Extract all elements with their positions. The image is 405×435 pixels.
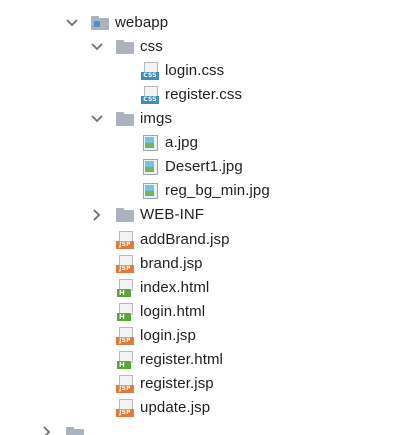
tree-item-login-jsp[interactable]: JSP login.jsp — [0, 324, 405, 348]
tree-item-web-inf[interactable]: WEB-INF — [0, 203, 405, 227]
tree-item-reg-bg-min-jpg[interactable]: reg_bg_min.jpg — [0, 179, 405, 203]
image-file-icon — [143, 183, 159, 199]
tree-item-label: login.html — [140, 303, 206, 320]
html-file-icon: H — [116, 279, 134, 297]
folder-icon — [66, 427, 84, 435]
folder-icon — [116, 40, 134, 54]
jsp-file-icon: JSP — [116, 375, 134, 393]
tree-item-clipped[interactable] — [0, 422, 405, 435]
tree-item-label: update.jsp — [140, 399, 211, 416]
tree-item-update-jsp[interactable]: JSP update.jsp — [0, 396, 405, 420]
tree-item-imgs[interactable]: imgs — [0, 107, 405, 131]
tree-item-brand-jsp[interactable]: JSP brand.jsp — [0, 252, 405, 276]
web-folder-icon — [91, 16, 109, 30]
project-tree: webapp css CSS login.css CSS register.cs… — [0, 0, 405, 435]
image-file-icon — [143, 135, 159, 151]
tree-item-webapp[interactable]: webapp — [0, 11, 405, 35]
tree-item-label: register.css — [165, 86, 243, 103]
folder-icon — [116, 112, 134, 126]
folder-icon — [116, 208, 134, 222]
jsp-file-icon: JSP — [116, 327, 134, 345]
jsp-file-icon: JSP — [116, 231, 134, 249]
tree-item-label: login.jsp — [140, 327, 196, 344]
tree-item-register-css[interactable]: CSS register.css — [0, 83, 405, 107]
tree-item-label: css — [140, 38, 163, 55]
chevron-down-icon[interactable] — [89, 39, 105, 55]
css-file-icon: CSS — [141, 86, 159, 104]
chevron-down-icon[interactable] — [64, 15, 80, 31]
tree-item-label: webapp — [115, 14, 169, 31]
tree-item-label: addBrand.jsp — [140, 231, 230, 248]
tree-item-label: a.jpg — [165, 134, 199, 151]
tree-item-label: brand.jsp — [140, 255, 203, 272]
html-file-icon: H — [116, 351, 134, 369]
tree-item-label: register.jsp — [140, 375, 214, 392]
jsp-file-icon: JSP — [116, 255, 134, 273]
image-file-icon — [143, 159, 159, 175]
tree-item-label: WEB-INF — [140, 206, 205, 223]
tree-item-label: index.html — [140, 279, 210, 296]
tree-item-index-html[interactable]: H index.html — [0, 276, 405, 300]
html-file-icon: H — [116, 303, 134, 321]
jsp-file-icon: JSP — [116, 399, 134, 417]
tree-item-label: register.html — [140, 351, 223, 368]
tree-item-login-html[interactable]: H login.html — [0, 300, 405, 324]
tree-item-login-css[interactable]: CSS login.css — [0, 59, 405, 83]
tree-item-label: login.css — [165, 62, 225, 79]
tree-item-label: Desert1.jpg — [165, 158, 243, 175]
tree-item-register-jsp[interactable]: JSP register.jsp — [0, 372, 405, 396]
tree-item-addbrand-jsp[interactable]: JSP addBrand.jsp — [0, 228, 405, 252]
tree-item-css[interactable]: css — [0, 35, 405, 59]
tree-item-a-jpg[interactable]: a.jpg — [0, 131, 405, 155]
tree-item-label: reg_bg_min.jpg — [165, 182, 270, 199]
chevron-right-icon[interactable] — [89, 207, 105, 223]
tree-item-label: imgs — [140, 110, 173, 127]
css-file-icon: CSS — [141, 62, 159, 80]
chevron-right-icon[interactable] — [39, 424, 55, 435]
tree-item-register-html[interactable]: H register.html — [0, 348, 405, 372]
chevron-down-icon[interactable] — [89, 111, 105, 127]
tree-item-desert1-jpg[interactable]: Desert1.jpg — [0, 155, 405, 179]
